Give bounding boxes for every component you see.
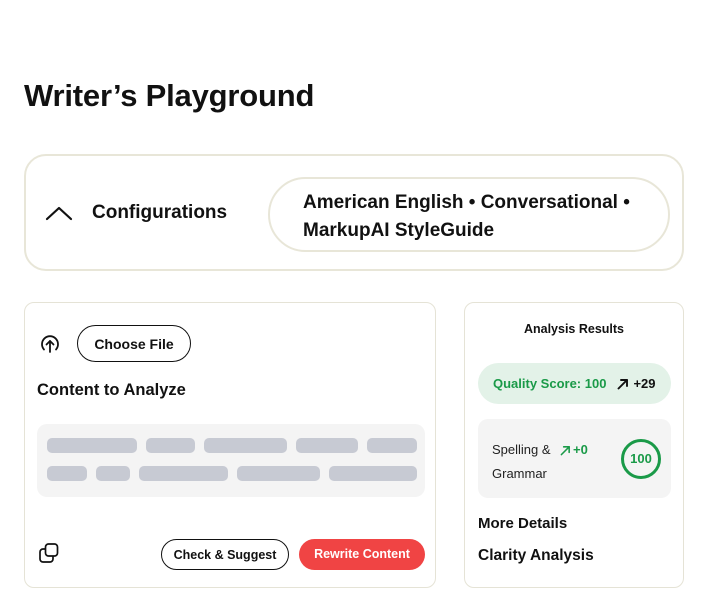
choose-file-button[interactable]: Choose File [77,325,191,362]
skeleton-line [47,466,87,481]
configurations-label: Configurations [92,202,228,223]
spelling-grammar-delta: +0 [573,442,588,457]
spelling-delta-wrap: +0 [560,442,588,458]
content-text-area[interactable] [37,424,425,497]
configurations-toggle[interactable]: Configurations [44,201,227,225]
spelling-grammar-card[interactable]: Spelling & Grammar +0 100 [478,419,671,498]
rewrite-content-button[interactable]: Rewrite Content [299,539,425,570]
more-details-heading: More Details [478,515,568,532]
arrow-up-right-icon [560,445,570,455]
spelling-grammar-score: 100 [621,439,661,479]
content-heading: Content to Analyze [37,381,186,399]
skeleton-line [204,438,287,453]
skeleton-line [237,466,320,481]
check-suggest-button[interactable]: Check & Suggest [161,539,289,570]
configurations-card: Configurations American English • Conver… [24,154,684,271]
skeleton-line [47,438,137,453]
page-title: Writer’s Playground [24,78,315,113]
copy-icon[interactable] [38,542,60,564]
chevron-up-icon [45,206,73,221]
analysis-panel: Analysis Results Quality Score: 100 +29 … [464,302,684,588]
skeleton-line [96,466,130,481]
skeleton-line [296,438,358,453]
content-panel: Choose File Content to Analyze Check & S… [24,302,436,588]
skeleton-line [146,438,195,453]
spelling-grammar-label: Spelling & Grammar [492,442,551,481]
skeleton-line [139,466,228,481]
quality-score-badge: Quality Score: 100 +29 [478,363,671,404]
arrow-up-right-icon [618,378,629,389]
skeleton-line [329,466,417,481]
skeleton-line [367,438,417,453]
upload-icon[interactable] [39,333,61,355]
clarity-analysis-link[interactable]: Clarity Analysis [478,546,594,566]
quality-score-delta: +29 [633,375,656,391]
configurations-summary[interactable]: American English • Conversational • Mark… [268,177,670,252]
quality-score-label: Quality Score: 100 [493,375,607,391]
analysis-title: Analysis Results [523,322,625,336]
